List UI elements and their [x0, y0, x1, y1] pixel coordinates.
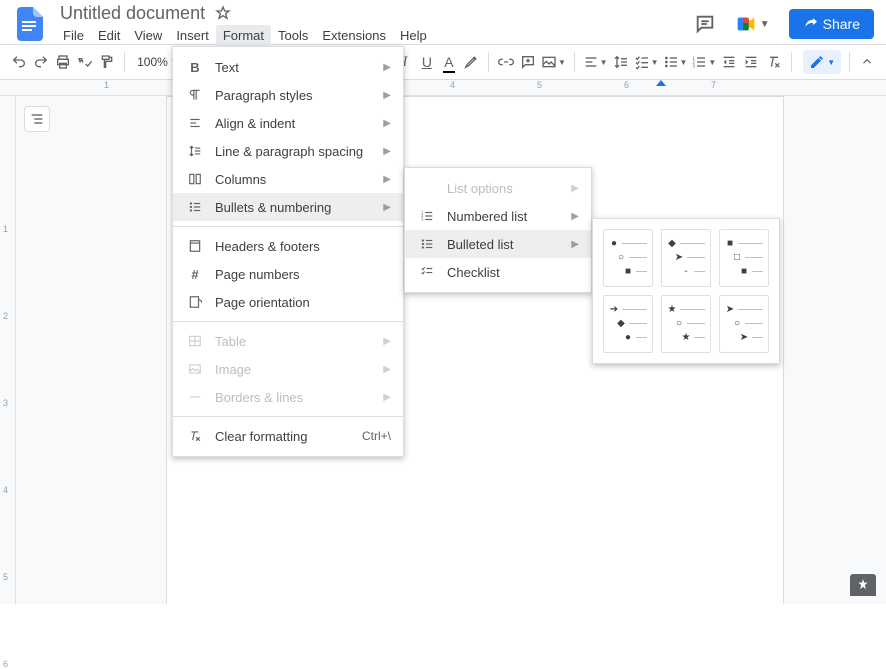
- menu-tools[interactable]: Tools: [271, 25, 315, 46]
- spellcheck-button[interactable]: [76, 49, 94, 75]
- format-columns[interactable]: Columns▶: [173, 165, 403, 193]
- format-page-numbers[interactable]: #Page numbers: [173, 260, 403, 288]
- caret-down-icon: ▼: [760, 19, 770, 30]
- document-title[interactable]: Untitled document: [56, 3, 209, 24]
- align-button[interactable]: ▼: [583, 49, 608, 75]
- bullet-style-1[interactable]: ● ○ ■: [603, 229, 653, 287]
- format-text[interactable]: BText▶: [173, 53, 403, 81]
- svg-text:3: 3: [693, 63, 696, 68]
- outline-toggle-button[interactable]: [24, 106, 50, 132]
- format-paragraph-styles[interactable]: Paragraph styles▶: [173, 81, 403, 109]
- clear-formatting-button[interactable]: [765, 49, 783, 75]
- checklist-button[interactable]: ▼: [634, 49, 659, 75]
- numbered-list-button[interactable]: 123▼: [691, 49, 716, 75]
- star-icon[interactable]: [215, 5, 231, 21]
- share-label: Share: [823, 16, 860, 32]
- format-line-spacing[interactable]: Line & paragraph spacing▶: [173, 137, 403, 165]
- checklist[interactable]: Checklist: [405, 258, 591, 286]
- bullet-style-3[interactable]: ■ □ ■: [719, 229, 769, 287]
- menu-insert[interactable]: Insert: [169, 25, 216, 46]
- format-page-orientation[interactable]: Page orientation: [173, 288, 403, 316]
- menu-format[interactable]: Format: [216, 25, 271, 46]
- menu-view[interactable]: View: [127, 25, 169, 46]
- text-color-button[interactable]: A: [440, 49, 458, 75]
- editing-mode-button[interactable]: ▼: [803, 50, 841, 74]
- explore-button[interactable]: [850, 574, 876, 596]
- redo-button[interactable]: [32, 49, 50, 75]
- svg-text:3: 3: [421, 217, 424, 222]
- meet-button[interactable]: ▼: [731, 10, 775, 38]
- bullet-style-4[interactable]: ➔ ◆ ●: [603, 295, 653, 353]
- bullets-numbering-submenu: List options▶ 123Numbered list▶ Bulleted…: [404, 167, 592, 293]
- menu-edit[interactable]: Edit: [91, 25, 127, 46]
- indent-decrease-button[interactable]: [720, 49, 738, 75]
- bullet-style-6[interactable]: ➤ ○ ➤: [719, 295, 769, 353]
- format-clear-formatting[interactable]: Clear formattingCtrl+\: [173, 422, 403, 450]
- format-table: Table▶: [173, 327, 403, 355]
- menu-extensions[interactable]: Extensions: [315, 25, 393, 46]
- app-header: Untitled document File Edit View Insert …: [0, 0, 886, 44]
- undo-button[interactable]: [10, 49, 28, 75]
- vertical-ruler[interactable]: 1 2 3 4 5 6: [0, 96, 16, 604]
- indent-increase-button[interactable]: [742, 49, 760, 75]
- list-options: List options▶: [405, 174, 591, 202]
- image-button[interactable]: ▼: [541, 49, 566, 75]
- numbered-list[interactable]: 123Numbered list▶: [405, 202, 591, 230]
- hide-menus-button[interactable]: [858, 49, 876, 75]
- underline-button[interactable]: U: [418, 49, 436, 75]
- title-block: Untitled document File Edit View Insert …: [56, 2, 434, 46]
- share-button[interactable]: Share: [789, 9, 874, 39]
- format-align-indent[interactable]: Align & indent▶: [173, 109, 403, 137]
- header-right: ▼ Share: [693, 9, 874, 39]
- docs-logo-icon[interactable]: [12, 6, 48, 42]
- format-image: Image▶: [173, 355, 403, 383]
- bullet-style-5[interactable]: ★ ○ ★: [661, 295, 711, 353]
- format-bullets-numbering[interactable]: Bullets & numbering▶: [173, 193, 403, 221]
- horizontal-ruler[interactable]: 1 2 3 4 5 6 7: [0, 80, 886, 96]
- bullet-style-2[interactable]: ◆ ➤ -: [661, 229, 711, 287]
- menu-help[interactable]: Help: [393, 25, 434, 46]
- print-button[interactable]: [54, 49, 72, 75]
- link-button[interactable]: [497, 49, 515, 75]
- menubar: File Edit View Insert Format Tools Exten…: [56, 24, 434, 46]
- highlight-button[interactable]: [462, 49, 480, 75]
- format-borders-lines: Borders & lines▶: [173, 383, 403, 411]
- line-spacing-button[interactable]: [612, 49, 630, 75]
- bulleted-list[interactable]: Bulleted list▶: [405, 230, 591, 258]
- bulleted-list-button[interactable]: ▼: [663, 49, 688, 75]
- format-menu: BText▶ Paragraph styles▶ Align & indent▶…: [172, 46, 404, 457]
- paint-format-button[interactable]: [98, 49, 116, 75]
- toolbar: 100%▼ B I U A ▼ ▼ ▼ ▼ 123▼ ▼: [0, 44, 886, 80]
- bulleted-list-gallery: ● ○ ■ ◆ ➤ - ■ □ ■ ➔ ◆ ● ★ ○ ★ ➤ ○ ➤: [592, 218, 780, 364]
- menu-file[interactable]: File: [56, 25, 91, 46]
- comment-history-icon[interactable]: [693, 12, 717, 36]
- comment-button[interactable]: [519, 49, 537, 75]
- format-headers-footers[interactable]: Headers & footers: [173, 232, 403, 260]
